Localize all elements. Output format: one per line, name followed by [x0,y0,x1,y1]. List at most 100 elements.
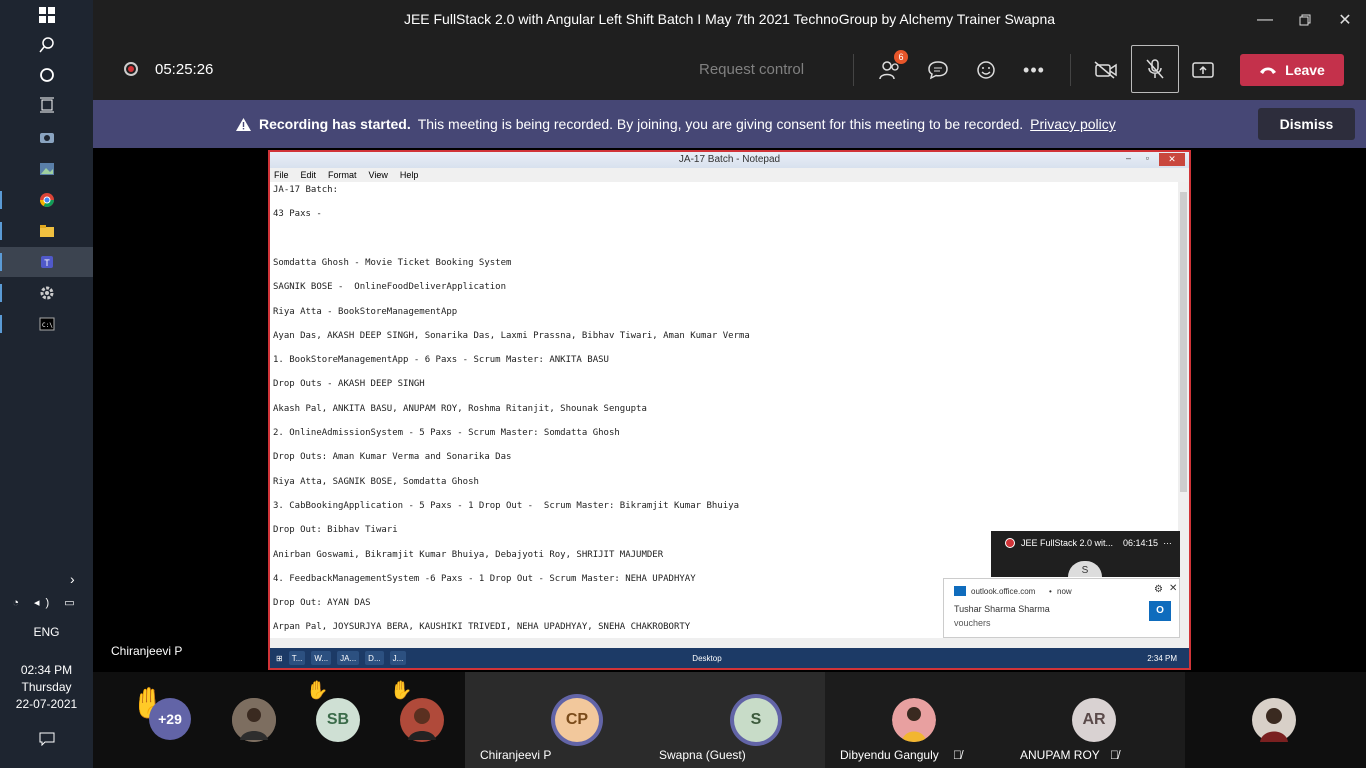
notepad-close-icon[interactable]: ✕ [1159,153,1185,166]
outlook-small-icon [954,586,966,596]
clock-time[interactable]: 02:34 PM [0,663,93,677]
wifi-volume-battery-icon[interactable]: ◔ ◂) ▭ [12,596,80,609]
toolbar-divider [853,54,854,86]
meeting-timer: 05:25:26 [155,61,214,78]
camera-off-icon[interactable] [1088,52,1124,88]
participant-avatar-ar: AR [1072,698,1116,742]
remote-taskbar-item[interactable]: W... [311,651,332,665]
outlook-logo-icon: O [1149,601,1171,621]
notepad-line: Drop Out: AYAN DAS [273,598,371,609]
participant-tile[interactable]: AR ANUPAM ROY 🎙̸ [1005,672,1185,768]
more-actions-icon[interactable]: ••• [1016,52,1052,88]
menu-format[interactable]: Format [328,170,357,180]
request-control-button[interactable]: Request control [699,61,804,78]
notepad-line: 3. CabBookingApplication - 5 Paxs - 1 Dr… [273,500,739,511]
phone-hangup-icon [1260,67,1277,74]
warning-icon [236,117,251,131]
remote-taskbar-item[interactable]: T... [288,651,306,665]
recording-icon [124,62,138,76]
clock-date[interactable]: 22-07-2021 [0,697,93,711]
mini-window-more-icon[interactable]: … [1163,536,1172,546]
photos-app-icon[interactable] [0,154,93,184]
notepad-line: Riya Atta - BookStoreManagementApp [273,306,458,317]
windows-start-icon[interactable] [0,0,93,30]
toast-settings-icon[interactable]: ⚙ [1154,584,1163,595]
remote-taskbar-item[interactable]: J... [389,651,407,665]
notepad-line: Anirban Goswami, Bikramjit Kumar Bhuiya,… [273,549,664,560]
participants-button[interactable]: 6 [872,50,908,88]
mic-muted-icon: 🎙̸ [953,748,962,762]
menu-file[interactable]: File [274,170,289,180]
participant-photo-avatar[interactable] [400,698,444,742]
notepad-line: Drop Out: Bibhav Tiwari [273,525,398,536]
svg-text:C:\: C:\ [42,322,53,329]
notepad-line: 43 Paxs - [273,209,322,220]
camera-app-icon[interactable] [0,122,93,152]
cortana-icon[interactable] [0,60,93,90]
mini-window-time: 06:14:15 [1123,538,1159,548]
file-explorer-icon[interactable] [0,216,93,246]
participant-photo-avatar[interactable] [1252,698,1296,742]
notepad-minimize-icon[interactable]: – [1126,153,1131,163]
command-prompt-icon[interactable]: C:\ [0,309,93,339]
participant-avatar-cp: CP [555,698,599,742]
chrome-icon[interactable] [0,185,93,215]
menu-view[interactable]: View [369,170,388,180]
remote-taskbar-item[interactable]: JA... [337,651,360,665]
participant-avatar-sb[interactable]: SB [316,698,360,742]
banner-title: Recording has started. [259,116,411,132]
mic-muted-button[interactable] [1131,45,1179,93]
meeting-toolbar: 05:25:26 Request control 6 ••• Leave [93,40,1366,100]
remote-desktop-label: Desktop [692,653,722,663]
toast-time: now [1057,587,1072,596]
remote-taskbar-item[interactable]: D... [365,651,384,665]
reactions-icon[interactable] [968,52,1004,88]
overflow-participants-badge[interactable]: +29 [149,698,191,740]
dismiss-button[interactable]: Dismiss [1258,108,1355,140]
restore-icon[interactable] [1293,8,1317,32]
participant-photo-avatar [892,698,936,742]
participant-tile[interactable]: Dibyendu Ganguly 🎙̸ [825,672,1005,768]
search-icon[interactable] [0,30,93,60]
remote-taskbar: ⊞ T... W... JA... D... J... Desktop 2:34… [270,648,1189,668]
close-icon[interactable]: ✕ [1333,8,1357,32]
mini-meeting-window[interactable]: JEE FullStack 2.0 wit... 06:14:15 … S [991,531,1180,577]
language-indicator[interactable]: ENG [0,625,93,639]
notepad-line: Drop Outs - AKASH DEEP SINGH [273,379,425,390]
participant-tile[interactable]: CP Chiranjeevi P S Swapna (Guest) [465,672,825,768]
settings-gear-icon[interactable] [0,278,93,308]
minimize-icon[interactable]: — [1253,8,1277,32]
participant-name: Chiranjeevi P [480,748,552,762]
app-title-bar: JEE FullStack 2.0 with Angular Left Shif… [93,0,1366,40]
banner-message: This meeting is being recorded. By joini… [417,116,1024,132]
menu-help[interactable]: Help [400,170,419,180]
toast-subject: vouchers [954,618,991,628]
task-view-icon[interactable] [0,90,93,120]
clock-day[interactable]: Thursday [0,680,93,694]
notepad-line: Arpan Pal, JOYSURJYA BERA, KAUSHIKI TRIV… [273,622,691,633]
menu-edit[interactable]: Edit [301,170,317,180]
notepad-horizontal-scrollbar[interactable] [270,638,1189,648]
participant-strip: ✋ +29 ✋ SB ✋ CP Chiranjeevi P S Swapna (… [93,672,1366,768]
notepad-line: Akash Pal, ANKITA BASU, ANUPAM ROY, Rosh… [273,403,647,414]
recording-banner: Recording has started. This meeting is b… [93,100,1366,148]
notepad-line: SAGNIK BOSE - OnlineFoodDeliverApplicati… [273,282,506,293]
mic-off-icon [1146,59,1164,79]
chat-icon[interactable] [920,52,956,88]
share-screen-icon[interactable] [1185,52,1221,88]
notepad-menu-bar: File Edit Format View Help [270,168,1189,182]
privacy-policy-link[interactable]: Privacy policy [1030,116,1116,132]
notepad-line: Somdatta Ghosh - Movie Ticket Booking Sy… [273,257,512,268]
notification-center-icon[interactable] [0,724,93,754]
toast-sender: Tushar Sharma Sharma [954,604,1050,614]
teams-app-icon[interactable]: T [0,247,93,277]
notepad-line: 2. OnlineAdmissionSystem - 5 Paxs - Scru… [273,428,620,438]
outlook-notification-toast[interactable]: outlook.office.com • now ⚙ ✕ Tushar Shar… [943,578,1180,638]
leave-button[interactable]: Leave [1240,54,1344,86]
toast-close-icon[interactable]: ✕ [1169,583,1177,594]
remote-start-icon[interactable]: ⊞ [276,654,283,663]
participant-photo-avatar[interactable] [232,698,276,742]
notepad-maximize-icon[interactable]: ▫ [1146,153,1149,163]
mini-window-avatar: S [1068,561,1102,577]
meeting-title: JEE FullStack 2.0 with Angular Left Shif… [403,11,1056,27]
